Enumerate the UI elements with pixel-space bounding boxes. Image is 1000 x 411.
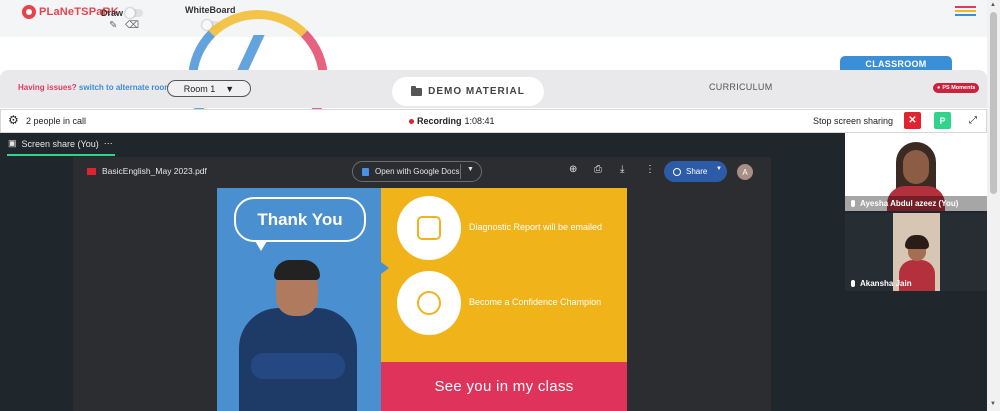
presenter-hair bbox=[274, 260, 320, 280]
eraser-icon[interactable]: ⌫ bbox=[125, 20, 139, 31]
avatar[interactable]: A bbox=[737, 164, 753, 180]
folder-icon bbox=[411, 85, 423, 96]
report-robot-icon bbox=[397, 196, 461, 260]
caret-down-icon: ▼ bbox=[716, 166, 722, 172]
tab-screen-share[interactable]: ▣ Screen share (You) ⋯ bbox=[8, 138, 113, 149]
call-toolbar: ⚙ 2 people in call Recording 1:08:41 Sto… bbox=[0, 109, 987, 133]
slide-item-2: Become a Confidence Champion bbox=[469, 297, 602, 307]
pdf-viewer: BasicEnglish_May 2023.pdf Open with Goog… bbox=[73, 157, 771, 411]
screen-share-area: ▣ Screen share (You) ⋯ BasicEnglish_May … bbox=[0, 133, 845, 411]
screen-share-icon: ▣ bbox=[8, 138, 17, 148]
caret-down-icon: ▼ bbox=[225, 83, 235, 94]
draw-toggle[interactable] bbox=[125, 8, 143, 18]
recording-time: 1:08:41 bbox=[464, 116, 495, 126]
add-to-drive-icon[interactable]: ⊕ bbox=[569, 164, 577, 175]
slide-footer-text: See you in my class bbox=[434, 378, 574, 395]
print-icon[interactable]: ⎙ bbox=[594, 164, 602, 175]
participant-tile[interactable]: Akansha Jain bbox=[845, 213, 987, 291]
participant-hair bbox=[905, 235, 929, 249]
share-label: Share bbox=[686, 167, 708, 176]
draw-label: Draw bbox=[101, 8, 124, 18]
top-header: PLaNeTSPaRK Draw ✎ ⌫ WhiteBoard bbox=[0, 0, 987, 37]
demo-material-button[interactable]: DEMO MATERIAL bbox=[392, 77, 544, 106]
champion-robot-icon bbox=[397, 271, 461, 335]
tab-underline bbox=[7, 154, 115, 156]
people-count: 2 people in call bbox=[26, 116, 87, 126]
tab-classroom[interactable]: CLASSROOM bbox=[840, 56, 952, 77]
slide-notch bbox=[381, 262, 389, 274]
demo-material-label: DEMO MATERIAL bbox=[428, 86, 525, 97]
pdf-file-icon bbox=[87, 168, 96, 175]
ps-moments-label: PS Moments bbox=[942, 85, 976, 91]
issues-label: Having issues? bbox=[18, 83, 77, 92]
participant-button[interactable]: P bbox=[934, 112, 951, 129]
room-select[interactable]: Room 1 ▼ bbox=[167, 80, 251, 97]
ps-moments-badge[interactable]: ● PS Moments bbox=[933, 83, 980, 93]
expand-icon[interactable]: ⤢ bbox=[965, 112, 981, 128]
slide-footer: See you in my class bbox=[381, 362, 627, 411]
more-options-icon[interactable]: ⋯ bbox=[104, 138, 113, 149]
stop-sharing-button[interactable]: ✕ bbox=[904, 112, 921, 129]
open-with-label: Open with Google Docs bbox=[375, 167, 460, 176]
pdf-file-name: BasicEnglish_May 2023.pdf bbox=[102, 166, 207, 176]
scrollbar-thumb[interactable] bbox=[990, 12, 997, 194]
speech-bubble-tail bbox=[255, 241, 267, 251]
presenter-arms bbox=[251, 353, 345, 379]
participant-tile[interactable]: Ayesha Abdul azeez (You) bbox=[845, 133, 987, 211]
classroom-bar: Having issues? switch to alternate room … bbox=[0, 70, 987, 108]
menu-hamburger-icon[interactable] bbox=[955, 6, 976, 18]
participant-name: Ayesha Abdul azeez (You) bbox=[860, 199, 959, 208]
page: PLaNeTSPaRK Draw ✎ ⌫ WhiteBoard CLASSROO… bbox=[0, 0, 1000, 411]
recording-dot-icon bbox=[409, 118, 414, 124]
tab-classroom-label: CLASSROOM bbox=[865, 58, 927, 69]
mic-icon bbox=[851, 200, 855, 207]
share-button[interactable]: Share ▼ bbox=[664, 161, 727, 182]
pdf-toolbar: BasicEnglish_May 2023.pdf Open with Goog… bbox=[73, 157, 771, 185]
tab-curriculum[interactable]: CURRICULUM bbox=[709, 82, 773, 92]
open-with-google-docs-button[interactable]: Open with Google Docs ▼ bbox=[352, 161, 482, 182]
avatar-initial: A bbox=[742, 167, 748, 177]
participant-name: Akansha Jain bbox=[860, 279, 912, 288]
mini-logo-icon bbox=[959, 135, 983, 153]
slide-right-panel: Diagnostic Report will be emailed Become… bbox=[381, 188, 627, 362]
gdocs-divider bbox=[460, 164, 461, 179]
recording-label: Recording bbox=[417, 116, 462, 126]
scroll-up-icon[interactable]: ▲ bbox=[990, 2, 996, 8]
whiteboard-label: WhiteBoard bbox=[185, 5, 236, 15]
scroll-down-icon[interactable]: ▼ bbox=[990, 401, 996, 407]
presentation-slide: Thank You Diagnostic Report will be emai… bbox=[217, 188, 627, 411]
participant-initial: P bbox=[939, 115, 946, 126]
close-icon: ✕ bbox=[908, 115, 917, 126]
google-docs-icon bbox=[362, 167, 369, 176]
slide-left-panel: Thank You bbox=[217, 188, 381, 411]
camera-icon: ● bbox=[937, 85, 941, 91]
participant-name-bar: Akansha Jain bbox=[845, 276, 987, 291]
slide-item-1: Diagnostic Report will be emailed bbox=[469, 222, 603, 232]
download-icon[interactable]: ⤓ bbox=[620, 164, 624, 175]
screen-share-tab-label: Screen share (You) bbox=[21, 138, 99, 149]
thank-you-bubble: Thank You bbox=[234, 197, 366, 242]
gear-icon[interactable]: ⚙ bbox=[8, 113, 19, 127]
recording-status: Recording 1:08:41 bbox=[409, 116, 495, 126]
page-scrollbar[interactable]: ▲ ▼ bbox=[987, 0, 1000, 411]
caret-down-icon[interactable]: ▼ bbox=[467, 166, 474, 173]
room-select-value: Room 1 bbox=[183, 83, 216, 94]
pencil-icon[interactable]: ✎ bbox=[109, 20, 117, 31]
more-vertical-icon[interactable]: ⋮ bbox=[645, 164, 655, 175]
thank-you-text: Thank You bbox=[257, 209, 343, 229]
globe-icon bbox=[673, 167, 681, 176]
issues-text: Having issues? switch to alternate room bbox=[18, 83, 171, 92]
mic-icon bbox=[851, 280, 855, 287]
alternate-room-link[interactable]: switch to alternate room bbox=[79, 83, 171, 92]
stop-screen-sharing-label: Stop screen sharing bbox=[813, 116, 894, 126]
logo-mark-icon bbox=[22, 5, 36, 19]
participant-face bbox=[903, 150, 929, 184]
participant-name-bar: Ayesha Abdul azeez (You) bbox=[845, 196, 987, 211]
participants-panel: Ayesha Abdul azeez (You) Akansha Jain bbox=[845, 133, 987, 411]
